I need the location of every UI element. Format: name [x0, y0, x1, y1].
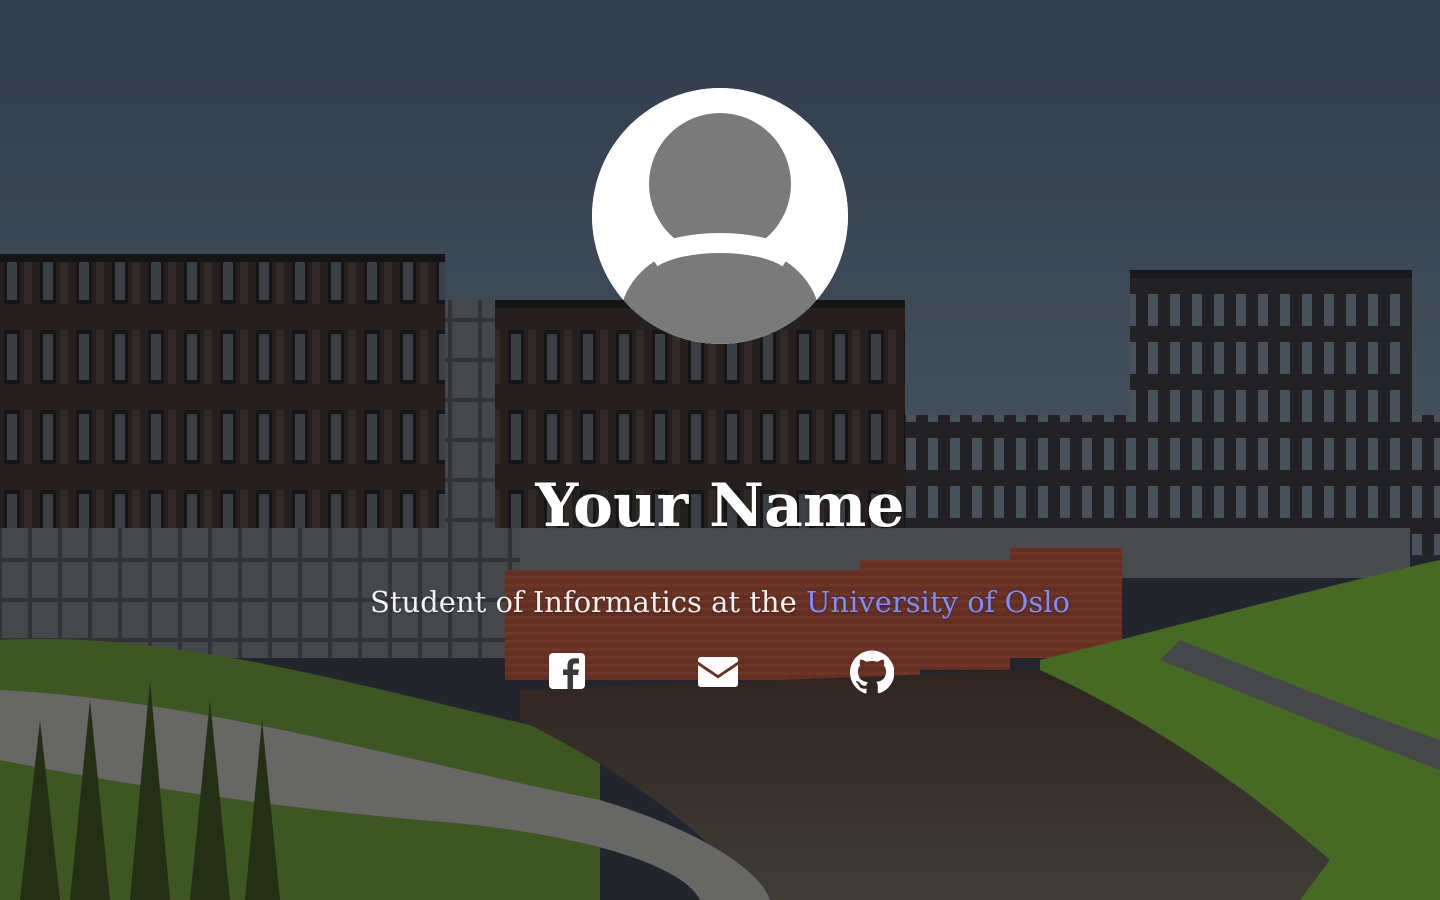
email-link[interactable]	[696, 650, 740, 694]
hero-section: Your Name Student of Informatics at the …	[0, 0, 1440, 900]
envelope-icon	[698, 657, 738, 687]
github-link[interactable]	[850, 650, 894, 694]
page-title: Your Name	[535, 471, 905, 541]
profile-content: Your Name Student of Informatics at the …	[0, 0, 1440, 900]
avatar	[592, 88, 848, 344]
facebook-square-icon	[549, 653, 585, 689]
github-icon	[850, 650, 894, 694]
social-links	[0, 650, 1440, 694]
facebook-link[interactable]	[546, 650, 590, 694]
tagline-text: Student of Informatics at the	[369, 585, 806, 619]
default-user-silhouette-icon	[592, 88, 848, 344]
university-link[interactable]: University of Oslo	[806, 585, 1070, 619]
tagline: Student of Informatics at the University…	[0, 582, 1440, 622]
